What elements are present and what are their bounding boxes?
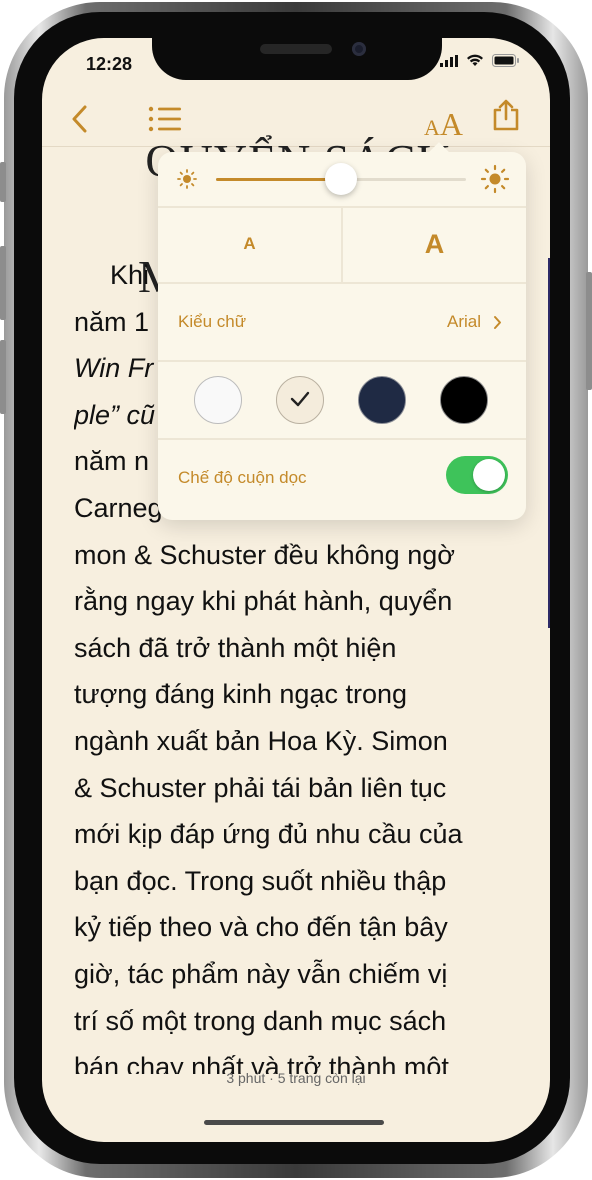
volume-down-button xyxy=(0,340,6,414)
font-value-text: Arial xyxy=(446,312,481,331)
body-line: giờ, tác phẩm này vẫn chiếm vị xyxy=(74,958,448,989)
chevron-right-icon xyxy=(494,315,501,329)
body-line-italic: ple” cũ xyxy=(74,399,156,430)
notch xyxy=(152,38,442,80)
brightness-slider-fill xyxy=(216,178,341,181)
checkmark-icon xyxy=(290,391,310,407)
theme-row xyxy=(158,362,526,438)
sun-small-icon xyxy=(177,169,197,189)
body-line: mới kịp đáp ứng đủ nhu cầu của xyxy=(74,819,463,850)
reading-progress: 3 phút · 5 trang còn lại xyxy=(226,1070,366,1086)
text-settings-popover: A A Kiểu chữ Arial Chế độ cuộn dọc xyxy=(158,142,526,520)
sun-large-icon xyxy=(480,164,510,194)
vertical-scroll-toggle[interactable] xyxy=(446,456,508,494)
list-icon[interactable] xyxy=(148,106,182,132)
chevron-left-icon[interactable] xyxy=(70,104,88,134)
home-indicator[interactable] xyxy=(204,1120,384,1125)
status-time: 12:28 xyxy=(86,54,133,74)
power-button xyxy=(586,272,592,390)
vertical-scroll-label: Chế độ cuộn dọc xyxy=(178,468,307,487)
theme-navy-swatch[interactable] xyxy=(358,376,406,424)
font-label: Kiểu chữ xyxy=(178,312,247,331)
battery-icon xyxy=(492,54,519,67)
body-line: tượng đáng kinh ngạc trong xyxy=(74,679,408,710)
wifi-icon xyxy=(467,54,483,66)
screen: 12:28 AA QUYỂN SÁCH CỦA M Khi năm 1 Win … xyxy=(42,38,550,1142)
font-value: Arial xyxy=(447,312,502,332)
page-edge xyxy=(548,258,550,628)
body-line: sách đã trở thành một hiện xyxy=(74,632,397,663)
body-line: & Schuster phải tái bản liên tục xyxy=(74,772,447,803)
front-camera xyxy=(352,42,366,56)
font-picker-row[interactable]: Kiểu chữ Arial xyxy=(158,284,526,360)
increase-font-button[interactable]: A xyxy=(343,206,526,282)
theme-black-swatch[interactable] xyxy=(440,376,488,424)
body-line: bạn đọc. Trong suốt nhiều thập xyxy=(74,865,447,896)
body-line: mon & Schuster đều không ngờ xyxy=(74,539,455,570)
brightness-slider-thumb[interactable] xyxy=(325,163,357,195)
font-size-row: A A xyxy=(158,206,526,282)
signal-icon xyxy=(440,54,458,67)
decrease-font-button[interactable]: A xyxy=(158,206,341,282)
share-icon[interactable] xyxy=(492,98,520,132)
status-icons xyxy=(440,54,520,67)
vertical-scroll-row: Chế độ cuộn dọc xyxy=(158,440,526,520)
brightness-slider[interactable] xyxy=(216,163,466,195)
brightness-row xyxy=(158,152,526,206)
theme-white-swatch[interactable] xyxy=(194,376,242,424)
body-line: kỷ tiếp theo và cho đến tận bây xyxy=(74,912,448,943)
increase-font-label: A xyxy=(424,228,445,259)
body-line: trí số một trong danh mục sách xyxy=(74,1005,447,1036)
decrease-font-label: A xyxy=(243,234,256,253)
theme-sepia-swatch[interactable] xyxy=(276,376,324,424)
silent-switch xyxy=(0,162,6,202)
body-line: rằng ngay khi phát hành, quyển xyxy=(74,586,453,617)
volume-up-button xyxy=(0,246,6,320)
toggle-knob xyxy=(473,459,505,491)
speaker xyxy=(260,44,332,54)
body-line: ngành xuất bản Hoa Kỳ. Simon xyxy=(74,725,448,756)
